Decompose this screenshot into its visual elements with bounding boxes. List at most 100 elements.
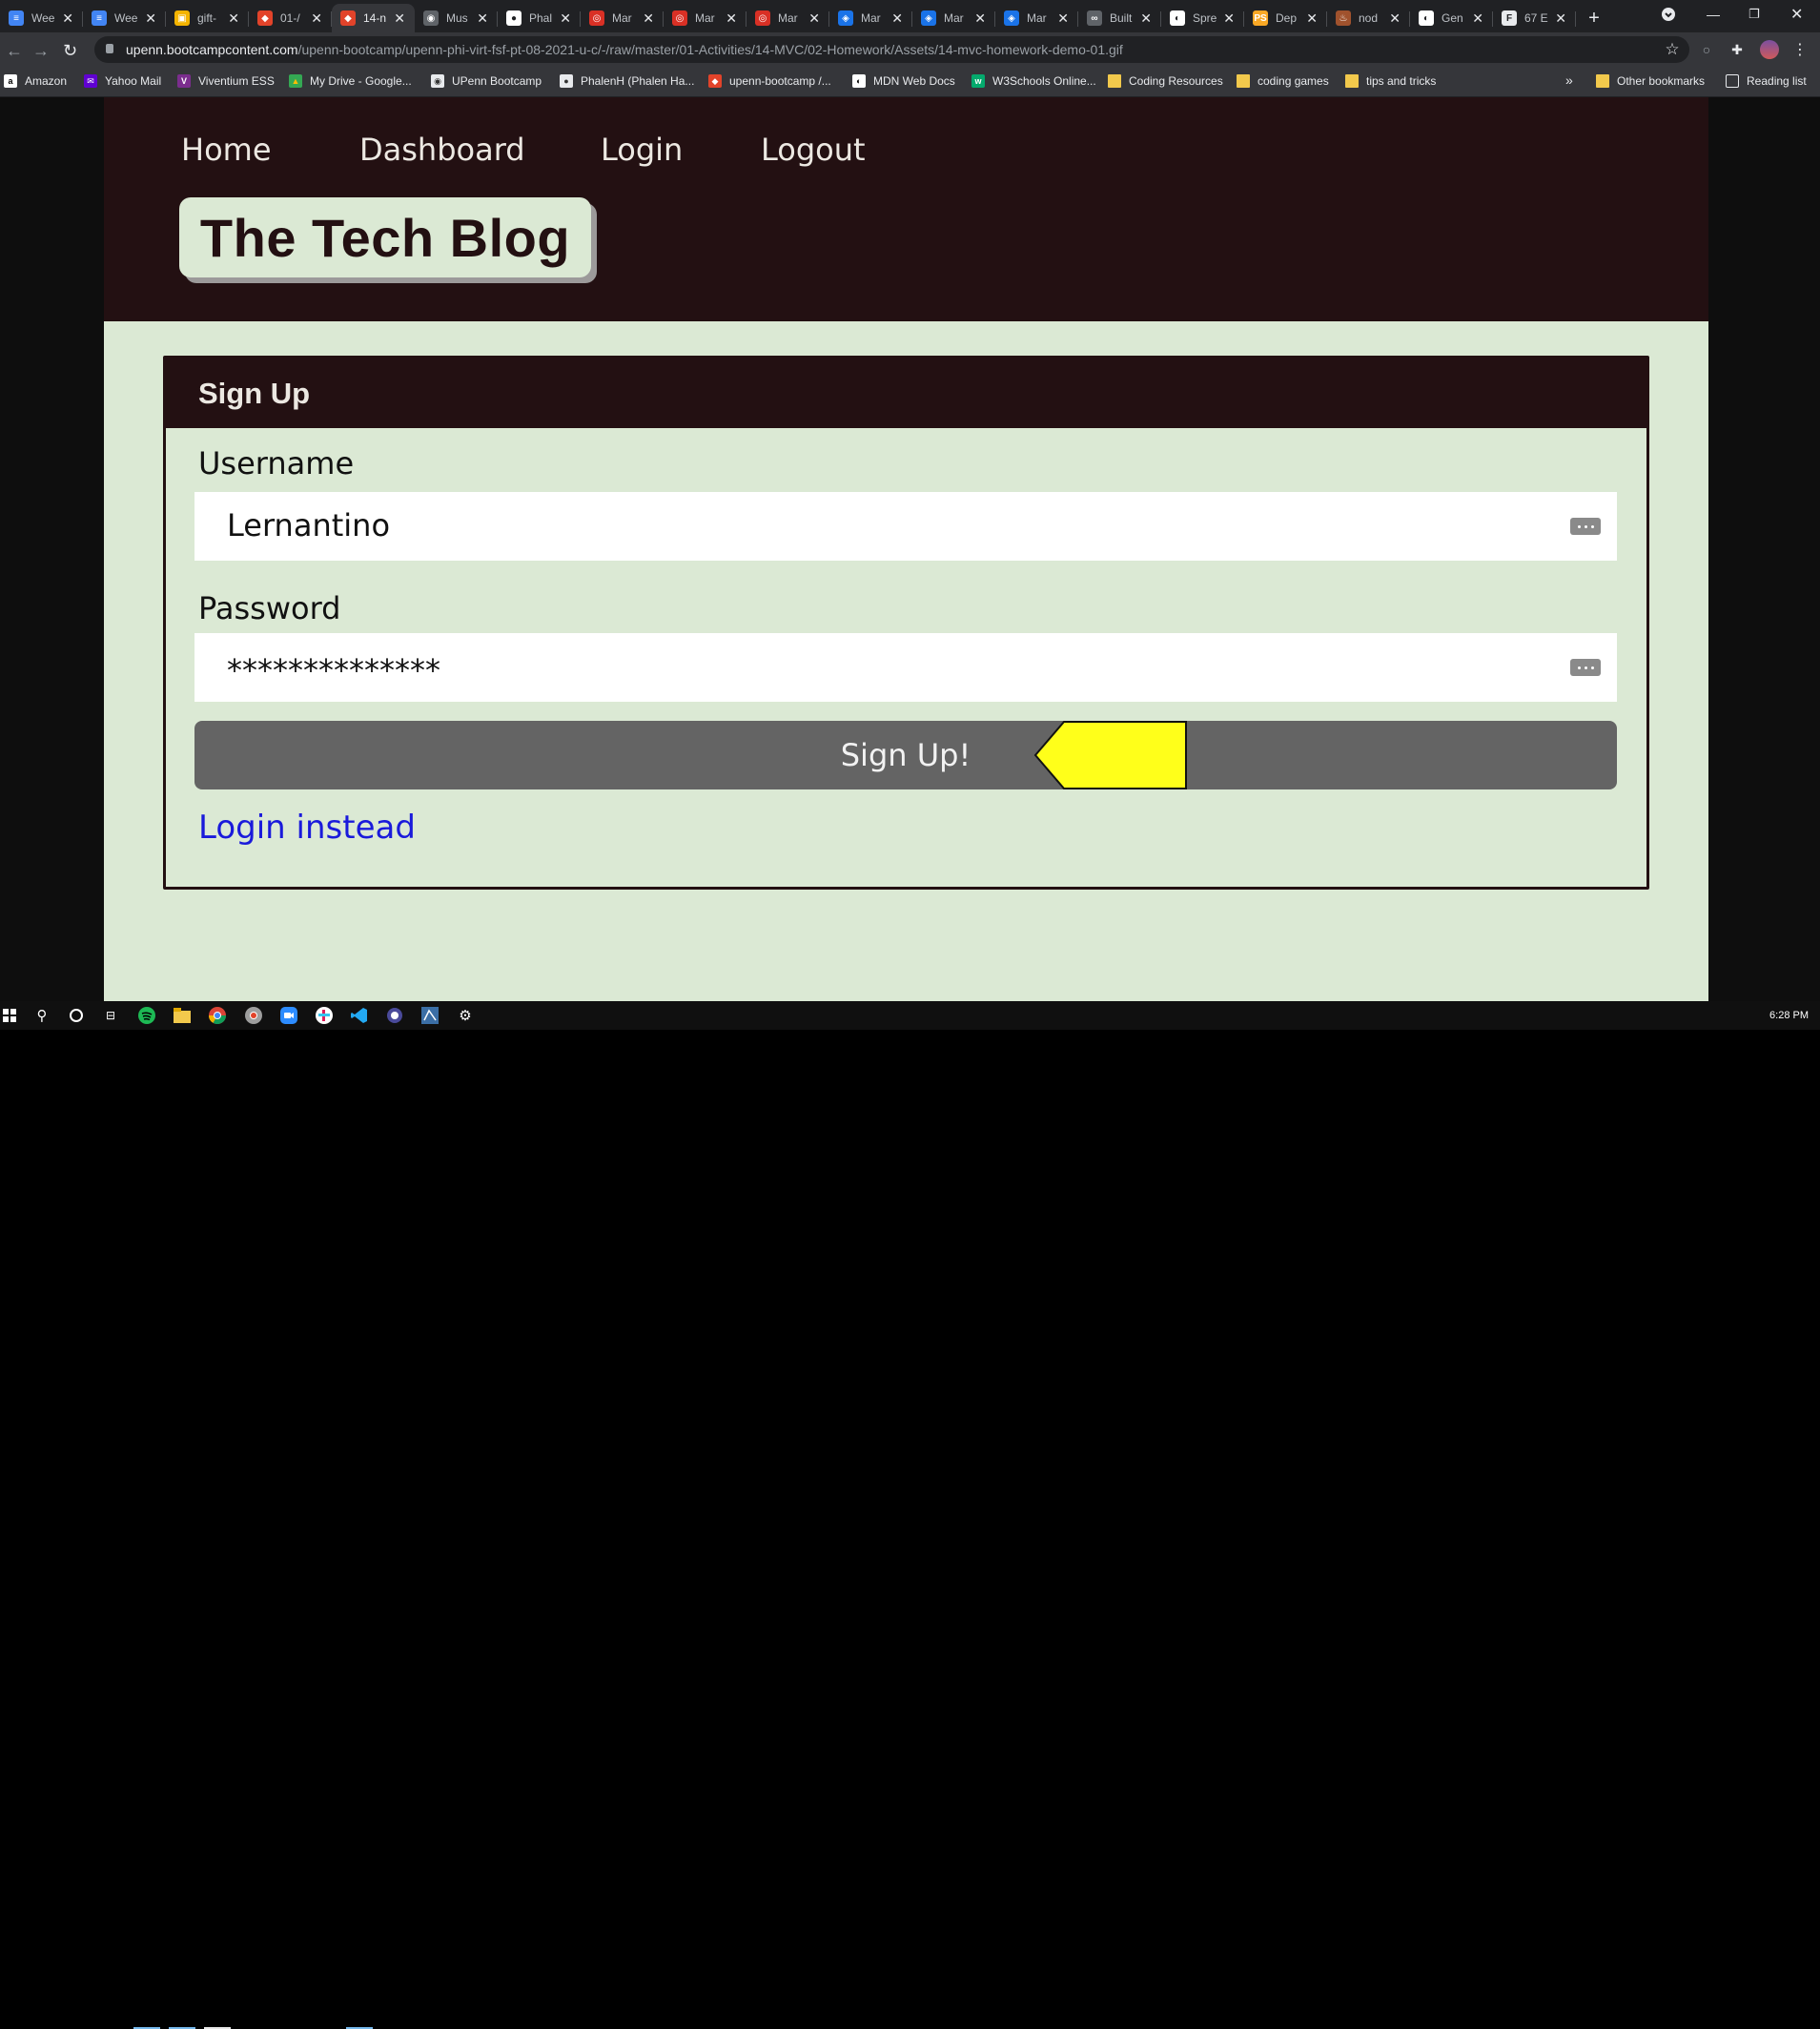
cortana-icon[interactable] — [67, 1006, 86, 1025]
browser-tab[interactable]: ◆ 14-n ✕ — [332, 4, 415, 32]
tab-close-icon[interactable]: ✕ — [62, 10, 73, 27]
browser-tab[interactable]: ◎ Mar ✕ — [581, 4, 664, 32]
bookmark-star-icon[interactable]: ☆ — [1665, 40, 1680, 58]
tab-close-icon[interactable]: ✕ — [1472, 10, 1483, 27]
browser-tab[interactable]: ◈ Mar ✕ — [829, 4, 912, 32]
back-icon[interactable]: ← — [6, 41, 23, 61]
bookmark-item[interactable]: ◐ MDN Web Docs — [852, 74, 955, 88]
tab-close-icon[interactable]: ✕ — [726, 10, 737, 27]
reload-icon[interactable]: ↻ — [63, 41, 77, 61]
site-brand[interactable]: The Tech Blog — [179, 197, 591, 277]
tab-close-icon[interactable]: ✕ — [560, 10, 571, 27]
browser-tab[interactable]: ∞ Built ✕ — [1078, 4, 1161, 32]
nav-home-link[interactable]: Home — [181, 132, 272, 168]
login-instead-link[interactable]: Login instead — [198, 809, 416, 847]
bookmark-label: Coding Resources — [1129, 74, 1223, 88]
tab-close-icon[interactable]: ✕ — [808, 10, 820, 27]
bookmark-item[interactable]: V Viventium ESS — [177, 74, 275, 88]
url-text[interactable]: upenn.bootcampcontent.com/upenn-bootcamp… — [126, 42, 1123, 57]
settings-gear-icon[interactable]: ⚙ — [456, 1006, 475, 1025]
new-tab-button[interactable]: + — [1580, 4, 1608, 32]
vscode-icon[interactable] — [350, 1006, 369, 1025]
tab-close-icon[interactable]: ✕ — [643, 10, 654, 27]
tab-close-icon[interactable]: ✕ — [228, 10, 239, 27]
bookmark-item[interactable]: Coding Resources — [1108, 74, 1223, 88]
bookmark-item[interactable]: ▲ My Drive - Google... — [289, 74, 412, 88]
nav-logout-link[interactable]: Logout — [761, 132, 866, 168]
browser-tab[interactable]: ◎ Mar ✕ — [664, 4, 746, 32]
bookmark-label: Yahoo Mail — [105, 74, 162, 88]
tab-close-icon[interactable]: ✕ — [1223, 10, 1235, 27]
bookmarks-overflow-icon[interactable]: » — [1565, 72, 1573, 88]
browser-tab[interactable]: ◈ Mar ✕ — [912, 4, 995, 32]
windows-start-icon[interactable] — [0, 1006, 19, 1025]
tab-search-icon[interactable] — [1661, 0, 1676, 29]
tab-close-icon[interactable]: ✕ — [477, 10, 488, 27]
browser-tab[interactable]: ● Phal ✕ — [498, 4, 581, 32]
terminal-app-icon[interactable] — [420, 1006, 440, 1025]
browser-tab[interactable]: ◐ Gen ✕ — [1410, 4, 1493, 32]
tab-close-icon[interactable]: ✕ — [1555, 10, 1566, 27]
browser-tab[interactable]: ▣ gift- ✕ — [166, 4, 249, 32]
autofill-icon[interactable] — [1570, 659, 1601, 676]
browser-tab[interactable]: ≡ Wee ✕ — [83, 4, 166, 32]
browser-tab[interactable]: PS Dep ✕ — [1244, 4, 1327, 32]
extension-circle-icon[interactable]: ○ — [1699, 42, 1714, 57]
nav-login-link[interactable]: Login — [601, 132, 683, 168]
tab-close-icon[interactable]: ✕ — [1057, 10, 1069, 27]
zoom-icon[interactable] — [279, 1006, 298, 1025]
tab-close-icon[interactable]: ✕ — [1306, 10, 1318, 27]
tab-close-icon[interactable]: ✕ — [1389, 10, 1401, 27]
bookmark-item[interactable]: ✉ Yahoo Mail — [84, 74, 161, 88]
signup-submit-button[interactable]: Sign Up! — [194, 721, 1617, 789]
bookmark-item[interactable]: w W3Schools Online... — [971, 74, 1096, 88]
menu-kebab-icon[interactable]: ⋮ — [1792, 42, 1808, 58]
task-view-icon[interactable]: ⊟ — [101, 1006, 120, 1025]
system-clock[interactable]: 6:28 PM — [1769, 1010, 1809, 1021]
file-explorer-icon[interactable] — [173, 1006, 192, 1025]
forward-icon[interactable]: → — [32, 41, 50, 61]
browser-tab[interactable]: ◆ 01-/ ✕ — [249, 4, 332, 32]
tab-close-icon[interactable]: ✕ — [394, 10, 405, 27]
password-input[interactable]: ************** — [194, 633, 1617, 702]
browser-tab[interactable]: ◉ Mus ✕ — [415, 4, 498, 32]
search-icon[interactable]: ⚲ — [32, 1006, 51, 1025]
address-bar[interactable]: upenn.bootcampcontent.com/upenn-bootcamp… — [94, 36, 1689, 63]
tab-close-icon[interactable]: ✕ — [974, 10, 986, 27]
window-close-icon[interactable]: ✕ — [1790, 0, 1803, 29]
browser-tab[interactable]: ♨ nod ✕ — [1327, 4, 1410, 32]
bookmark-item[interactable]: coding games — [1237, 74, 1329, 88]
extensions-puzzle-icon[interactable]: ✚ — [1729, 42, 1745, 57]
browser-tab[interactable]: ◈ Mar ✕ — [995, 4, 1078, 32]
other-bookmarks[interactable]: Other bookmarks — [1596, 74, 1705, 88]
restore-icon[interactable]: ❐ — [1748, 0, 1760, 29]
browser-tab[interactable]: ◎ Mar ✕ — [746, 4, 829, 32]
bookmark-favicon-icon: ◉ — [431, 74, 444, 88]
bookmark-item[interactable]: ◉ UPenn Bootcamp — [431, 74, 542, 88]
bookmark-item[interactable]: a Amazon — [4, 74, 67, 88]
profile-avatar[interactable] — [1760, 40, 1779, 59]
bookmark-item[interactable]: ● PhalenH (Phalen Ha... — [560, 74, 694, 88]
minimize-icon[interactable]: — — [1707, 0, 1720, 29]
browser-tab[interactable]: F 67 E ✕ — [1493, 4, 1576, 32]
tab-close-icon[interactable]: ✕ — [145, 10, 156, 27]
tab-favicon-icon: ◈ — [1004, 10, 1019, 26]
bookmark-item[interactable]: ◆ upenn-bootcamp /... — [708, 74, 831, 88]
tab-close-icon[interactable]: ✕ — [1140, 10, 1152, 27]
browser-tab[interactable]: ≡ Wee ✕ — [0, 4, 83, 32]
tab-close-icon[interactable]: ✕ — [891, 10, 903, 27]
autofill-icon[interactable] — [1570, 518, 1601, 535]
nav-dashboard-link[interactable]: Dashboard — [359, 132, 525, 168]
spotify-icon[interactable] — [137, 1006, 156, 1025]
tab-close-icon[interactable]: ✕ — [311, 10, 322, 27]
reading-list[interactable]: Reading list — [1726, 74, 1807, 88]
username-input[interactable]: Lernantino — [194, 492, 1617, 561]
username-label: Username — [198, 445, 355, 482]
browser-app-icon[interactable] — [385, 1006, 404, 1025]
browser-tab[interactable]: ◐ Spre ✕ — [1161, 4, 1244, 32]
chrome-canary-icon[interactable] — [244, 1006, 263, 1025]
tab-title: Dep — [1276, 11, 1298, 25]
slack-icon[interactable] — [315, 1006, 334, 1025]
chrome-icon[interactable] — [208, 1006, 227, 1025]
bookmark-item[interactable]: tips and tricks — [1345, 74, 1436, 88]
